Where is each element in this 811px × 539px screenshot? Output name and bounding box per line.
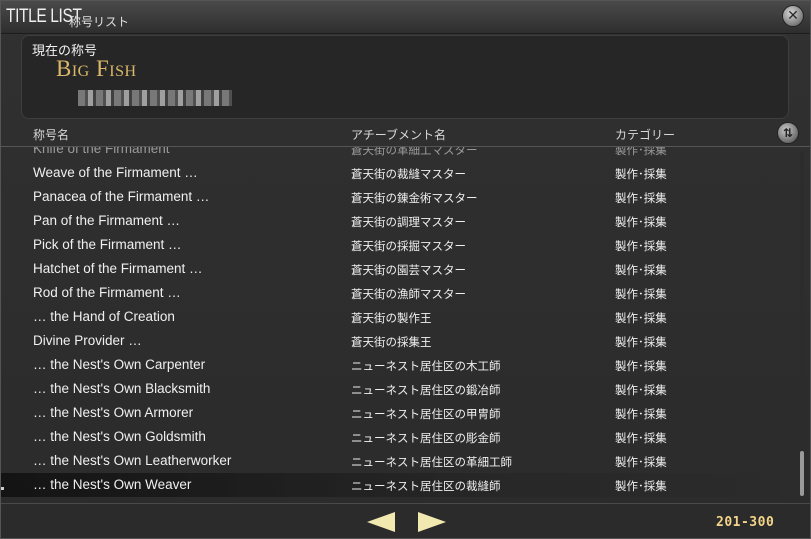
scrollbar[interactable] <box>800 151 804 496</box>
title-row[interactable]: Knife of the Firmament 蒼天街の革細工マスター 製作･採集 <box>1 147 791 161</box>
redacted-name-block <box>78 90 232 106</box>
title-list-window: TITLE LIST 称号リスト ✕ 現在の称号 Big Fish 称号名 アチ… <box>0 0 811 539</box>
title-name-cell: … the Hand of Creation <box>33 309 175 324</box>
category-cell: 製作･採集 <box>615 311 667 325</box>
achievement-name-cell: 蒼天街の漁師マスター <box>351 287 466 301</box>
title-name-cell: Rod of the Firmament … <box>33 285 181 300</box>
title-row[interactable]: … the Nest's Own Carpenter ニューネスト居住区の木工師 製… <box>1 353 791 377</box>
achievement-name-cell: 蒼天街の採集王 <box>351 335 432 349</box>
title-name-cell: Knife of the Firmament <box>33 147 170 156</box>
title-row[interactable]: … the Nest's Own Goldsmith ニューネスト居住区の彫金師 製… <box>1 425 791 449</box>
achievement-name-cell: 蒼天街の錬金術マスター <box>351 191 478 205</box>
title-row[interactable]: Weave of the Firmament … 蒼天街の裁縫マスター 製作･採集 <box>1 161 791 185</box>
achievement-name-cell: ニューネスト居住区の革細工師 <box>351 455 512 469</box>
title-row[interactable]: Panacea of the Firmament … 蒼天街の錬金術マスター 製作･… <box>1 185 791 209</box>
column-header-category[interactable]: カテゴリー <box>615 126 675 143</box>
title-row[interactable]: Hatchet of the Firmament … 蒼天街の園芸マスター 製作･採… <box>1 257 791 281</box>
title-row[interactable]: Rod of the Firmament … 蒼天街の漁師マスター 製作･採集 <box>1 281 791 305</box>
titlebar: TITLE LIST 称号リスト ✕ <box>1 1 810 34</box>
achievement-name-cell: ニューネスト居住区の木工師 <box>351 359 501 373</box>
title-list: Knife of the Firmament 蒼天街の革細工マスター 製作･採集 We… <box>1 147 801 499</box>
category-cell: 製作･採集 <box>615 215 667 229</box>
arrow-left-icon[interactable] <box>367 512 395 532</box>
category-cell: 製作･採集 <box>615 335 667 349</box>
window-subtitle: 称号リスト <box>69 15 130 29</box>
achievement-name-cell: ニューネスト居住区の甲冑師 <box>351 407 501 421</box>
category-cell: 製作･採集 <box>615 287 667 301</box>
page-range: 201-300 <box>716 515 775 530</box>
title-name-cell: … the Nest's Own Armorer <box>33 405 194 420</box>
title-name-cell: … the Nest's Own Goldsmith <box>33 429 206 444</box>
category-cell: 製作･採集 <box>615 191 667 205</box>
arrow-right-icon[interactable] <box>418 512 446 532</box>
scrollbar-thumb[interactable] <box>800 451 804 496</box>
column-header-achievement[interactable]: アチーブメント名 <box>351 126 446 143</box>
achievement-name-cell: ニューネスト居住区の鍛冶師 <box>351 383 501 397</box>
title-name-cell: … the Nest's Own Leatherworker <box>33 453 232 468</box>
title-name-cell: … the Nest's Own Blacksmith <box>33 381 211 396</box>
category-cell: 製作･採集 <box>615 407 667 421</box>
title-name-cell: Hatchet of the Firmament … <box>33 261 203 276</box>
category-cell: 製作･採集 <box>615 431 667 445</box>
title-row[interactable]: Divine Provider … 蒼天街の採集王 製作･採集 <box>1 329 791 353</box>
category-cell: 製作･採集 <box>615 455 667 469</box>
close-icon[interactable]: ✕ <box>782 5 804 27</box>
category-cell: 製作･採集 <box>615 479 667 493</box>
sort-icon[interactable]: ⇅ <box>777 122 799 144</box>
title-name-cell: Pan of the Firmament … <box>33 213 181 228</box>
column-header-name[interactable]: 称号名 <box>33 126 69 143</box>
achievement-name-cell: 蒼天街の製作王 <box>351 311 432 325</box>
list-header: 称号名 アチーブメント名 カテゴリー ⇅ <box>1 122 810 147</box>
category-cell: 製作･採集 <box>615 383 667 397</box>
current-title-name: Big Fish <box>56 56 137 81</box>
footer-divider <box>1 503 810 504</box>
title-row[interactable]: Pan of the Firmament … 蒼天街の調理マスター 製作･採集 <box>1 209 791 233</box>
category-cell: 製作･採集 <box>615 263 667 277</box>
title-name-cell: Weave of the Firmament … <box>33 165 198 180</box>
achievement-name-cell: 蒼天街の採掘マスター <box>351 239 466 253</box>
current-title-panel: 現在の称号 Big Fish <box>21 35 789 119</box>
category-cell: 製作･採集 <box>615 147 667 157</box>
title-row[interactable]: … the Nest's Own Blacksmith ニューネスト居住区の鍛冶師… <box>1 377 791 401</box>
achievement-name-cell: 蒼天街の革細工マスター <box>351 147 478 157</box>
title-name-cell: Pick of the Firmament … <box>33 237 182 252</box>
title-row[interactable]: … the Nest's Own Armorer ニューネスト居住区の甲冑師 製作･… <box>1 401 791 425</box>
category-cell: 製作･採集 <box>615 167 667 181</box>
category-cell: 製作･採集 <box>615 239 667 253</box>
title-name-cell: … the Nest's Own Carpenter <box>33 357 206 372</box>
title-row[interactable]: … the Hand of Creation 蒼天街の製作王 製作･採集 <box>1 305 791 329</box>
achievement-name-cell: 蒼天街の調理マスター <box>351 215 466 229</box>
title-name-cell: Panacea of the Firmament … <box>33 189 210 204</box>
title-row[interactable]: … the Nest's Own Weaver ニューネスト居住区の裁縫師 製作･採… <box>1 473 791 497</box>
title-name-cell: … the Nest's Own Weaver <box>33 477 192 492</box>
cursor-marker <box>1 487 4 490</box>
title-name-cell: Divine Provider … <box>33 333 142 348</box>
category-cell: 製作･採集 <box>615 359 667 373</box>
title-row[interactable]: Pick of the Firmament … 蒼天街の採掘マスター 製作･採集 <box>1 233 791 257</box>
achievement-name-cell: 蒼天街の園芸マスター <box>351 263 466 277</box>
achievement-name-cell: ニューネスト居住区の彫金師 <box>351 431 501 445</box>
achievement-name-cell: 蒼天街の裁縫マスター <box>351 167 466 181</box>
title-row[interactable]: … the Nest's Own Leatherworker ニューネスト居住区の… <box>1 449 791 473</box>
achievement-name-cell: ニューネスト居住区の裁縫師 <box>351 479 501 493</box>
